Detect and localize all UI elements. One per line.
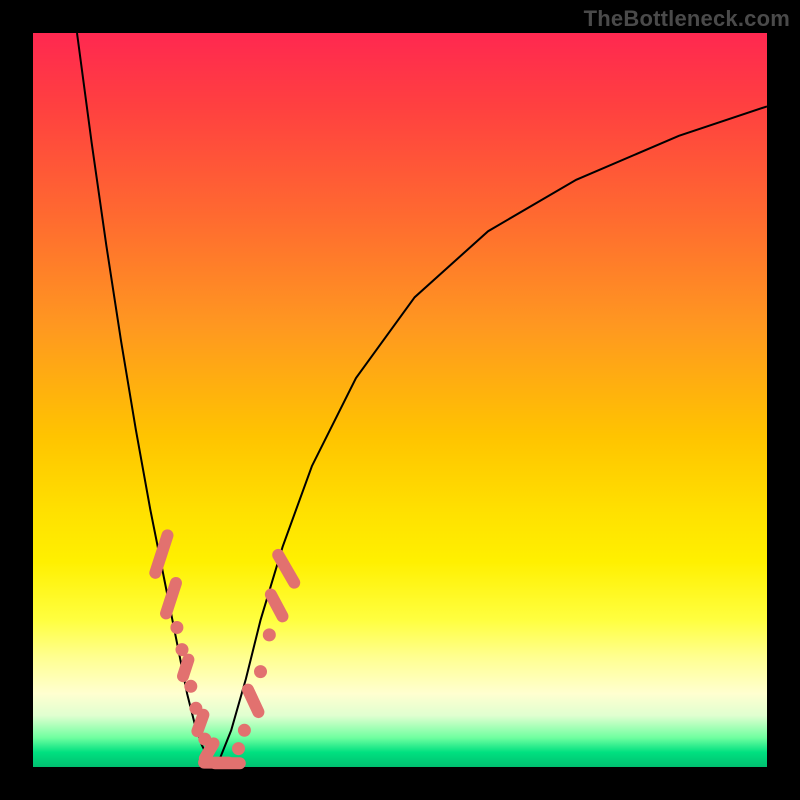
marker-pill xyxy=(270,547,302,591)
marker-pill xyxy=(158,575,183,621)
watermark-text: TheBottleneck.com xyxy=(584,6,790,32)
curve-left-branch xyxy=(77,33,217,767)
chart-svg xyxy=(33,33,767,767)
marker-dot xyxy=(238,724,251,737)
marker-dot xyxy=(170,621,183,634)
marker-pill xyxy=(263,586,291,624)
marker-pill xyxy=(148,528,175,581)
curve-layer xyxy=(77,33,767,767)
marker-pill xyxy=(240,682,266,720)
marker-pill xyxy=(175,652,195,684)
marker-dot xyxy=(184,680,197,693)
marker-dot xyxy=(232,742,245,755)
chart-frame: TheBottleneck.com xyxy=(0,0,800,800)
plot-area xyxy=(33,33,767,767)
marker-dot xyxy=(254,665,267,678)
marker-layer xyxy=(148,528,303,769)
curve-right-branch xyxy=(217,106,768,767)
marker-dot xyxy=(263,628,276,641)
marker-pill xyxy=(209,757,246,769)
